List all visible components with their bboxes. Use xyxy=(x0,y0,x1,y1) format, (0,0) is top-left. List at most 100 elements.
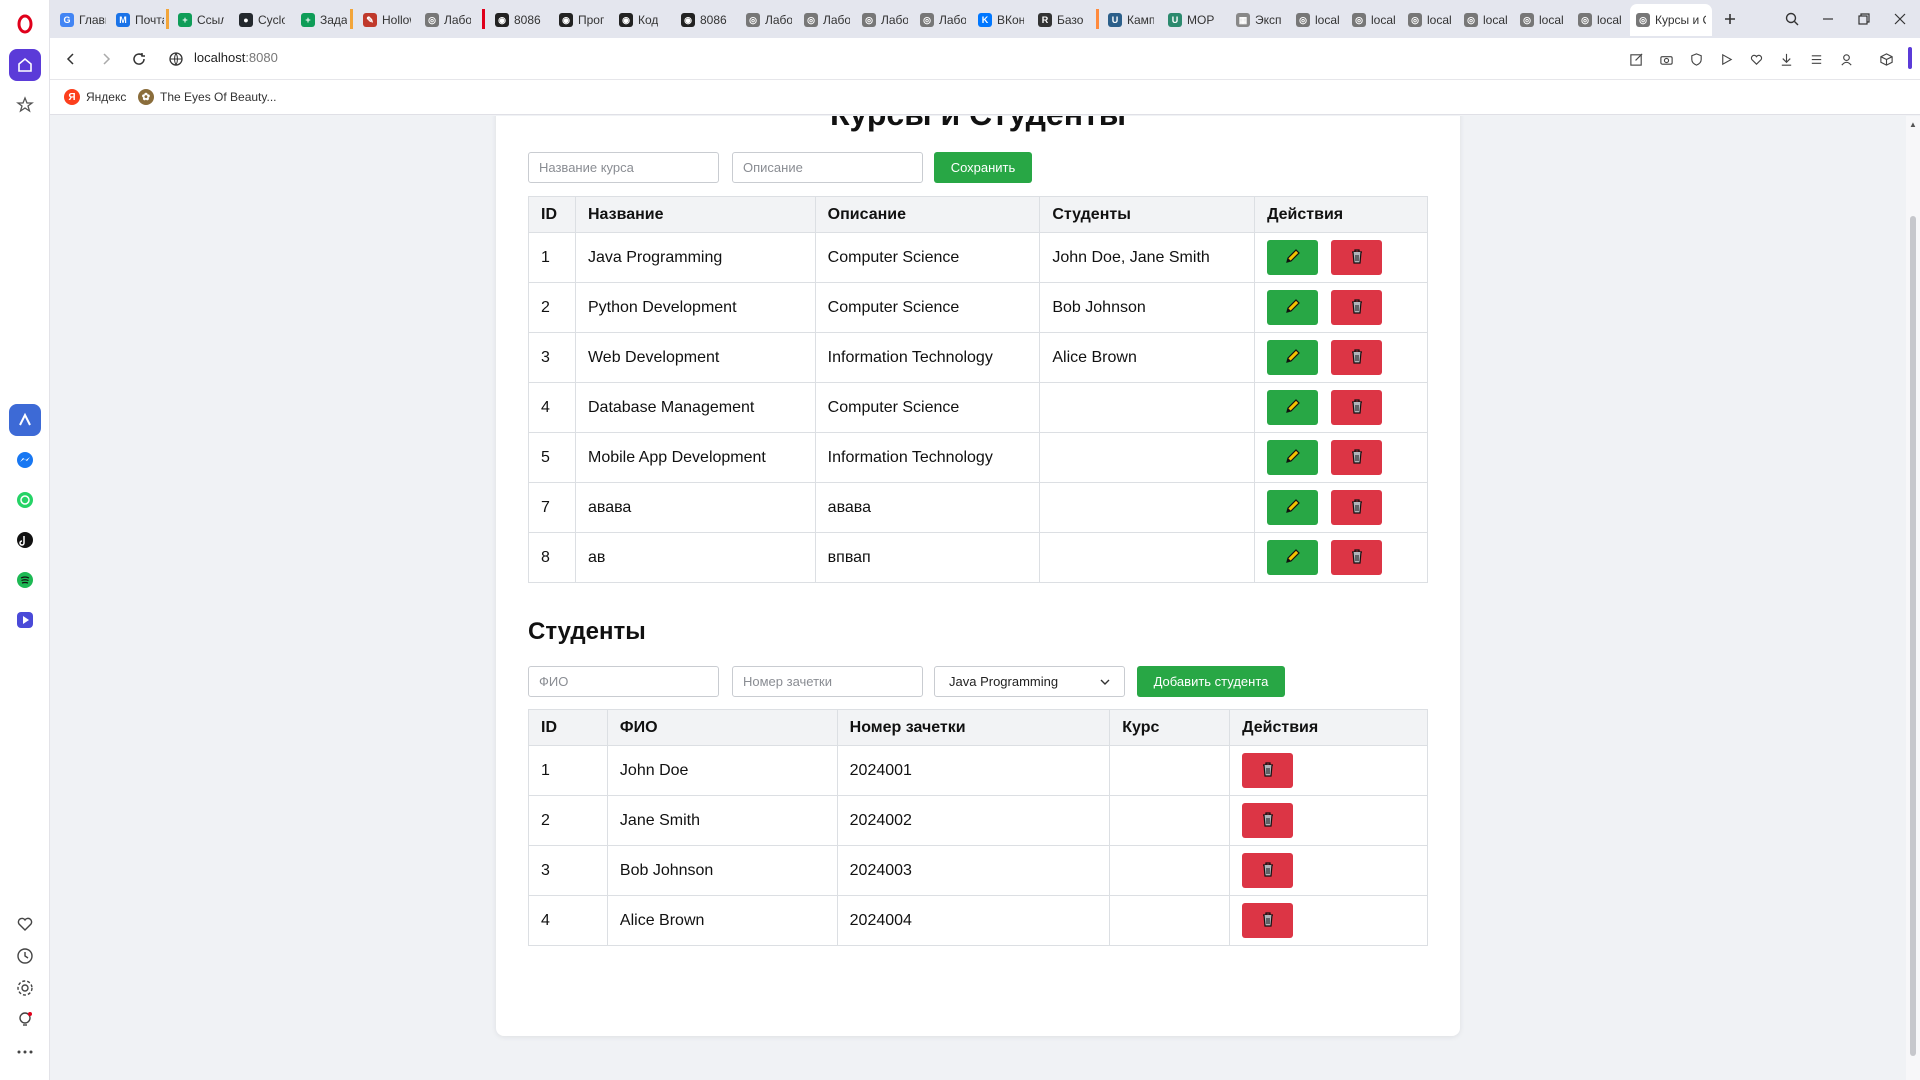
profile-icon[interactable] xyxy=(1836,49,1856,69)
aria-icon[interactable] xyxy=(9,404,41,436)
close-window-button[interactable] xyxy=(1878,4,1920,34)
browser-tab[interactable]: ◎ Лабо xyxy=(914,4,972,36)
download-icon[interactable] xyxy=(1776,49,1796,69)
edit-course-button[interactable] xyxy=(1267,240,1319,275)
pencil-icon xyxy=(1284,347,1302,368)
browser-tab[interactable]: M Почта xyxy=(110,4,170,36)
browser-tab[interactable]: ◉ Прог xyxy=(553,4,611,36)
add-student-button[interactable]: Добавить студента xyxy=(1137,666,1285,697)
course-description-input[interactable] xyxy=(732,152,923,183)
browser-tab[interactable]: ● Cyclone xyxy=(233,4,291,36)
course-select[interactable]: Java Programming xyxy=(934,666,1125,697)
browser-tab[interactable]: ◎ local xyxy=(1458,4,1516,36)
course-students-cell xyxy=(1039,432,1256,483)
browser-tab[interactable]: ◎ Лабо xyxy=(740,4,798,36)
settings-icon[interactable] xyxy=(9,972,41,1004)
heart-icon[interactable] xyxy=(1746,49,1766,69)
tab-label: Курсы и С xyxy=(1655,13,1706,27)
delete-course-button[interactable] xyxy=(1331,390,1383,425)
browser-tab[interactable]: ◎ local xyxy=(1290,4,1348,36)
browser-tab[interactable]: ◎ local xyxy=(1402,4,1460,36)
browser-tab[interactable]: R Базо xyxy=(1032,4,1090,36)
browser-tab[interactable]: U МОР xyxy=(1162,4,1220,36)
student-fio-input[interactable] xyxy=(528,666,719,697)
url-field[interactable]: localhost:8080 xyxy=(194,50,278,65)
course-id-cell: 2 xyxy=(528,282,576,333)
browser-tab[interactable]: ◎ local xyxy=(1514,4,1572,36)
browser-tab[interactable]: G Главная xyxy=(54,4,112,36)
delete-course-button[interactable] xyxy=(1331,240,1383,275)
courses-body: 1 Java Programming Computer Science John Do… xyxy=(528,232,1428,583)
delete-course-button[interactable] xyxy=(1331,290,1383,325)
col-header: Студенты xyxy=(1039,196,1256,233)
shield-icon[interactable] xyxy=(1686,49,1706,69)
camera-icon[interactable] xyxy=(1656,49,1676,69)
course-name-cell: Java Programming xyxy=(574,232,816,283)
edit-course-button[interactable] xyxy=(1267,540,1319,575)
opera-logo-icon[interactable] xyxy=(9,8,41,40)
browser-tab[interactable]: ▦ Эксп xyxy=(1230,4,1288,36)
delete-course-button[interactable] xyxy=(1331,540,1383,575)
edit-course-button[interactable] xyxy=(1267,490,1319,525)
browser-tab[interactable]: U Камп xyxy=(1102,4,1160,36)
reload-button[interactable] xyxy=(128,48,150,70)
messenger-icon[interactable] xyxy=(9,444,41,476)
edit-course-button[interactable] xyxy=(1267,340,1319,375)
browser-tab[interactable]: ◎ local xyxy=(1572,4,1630,36)
browser-tab[interactable]: K ВКон xyxy=(972,4,1030,36)
menu-icon[interactable] xyxy=(1806,49,1826,69)
more-icon[interactable] xyxy=(9,1036,41,1068)
home-icon[interactable] xyxy=(9,49,41,81)
student-record-input[interactable] xyxy=(732,666,923,697)
delete-student-button[interactable] xyxy=(1242,803,1294,838)
forward-button[interactable] xyxy=(95,48,117,70)
whatsapp-icon[interactable] xyxy=(9,484,41,516)
course-name-input[interactable] xyxy=(528,152,719,183)
edit-icon[interactable] xyxy=(1626,49,1646,69)
history-icon[interactable] xyxy=(9,940,41,972)
browser-tab[interactable]: ◎ Лабо xyxy=(798,4,856,36)
bookmark-yandex[interactable]: Я Яндекс xyxy=(64,89,126,105)
spotify-icon[interactable] xyxy=(9,564,41,596)
edit-course-button[interactable] xyxy=(1267,440,1319,475)
delete-course-button[interactable] xyxy=(1331,490,1383,525)
player-icon[interactable] xyxy=(9,604,41,636)
scrollbar-thumb[interactable] xyxy=(1910,216,1916,1056)
browser-tab[interactable]: ◉ 8086 xyxy=(675,4,737,36)
site-info-icon[interactable] xyxy=(165,48,187,70)
new-tab-button[interactable] xyxy=(1715,4,1745,34)
tab-favicon-icon: ◎ xyxy=(804,13,818,27)
browser-tab[interactable]: + Задания xyxy=(295,4,353,36)
edit-course-button[interactable] xyxy=(1267,290,1319,325)
heart-icon[interactable] xyxy=(9,908,41,940)
save-course-button[interactable]: Сохранить xyxy=(934,152,1032,183)
delete-course-button[interactable] xyxy=(1331,440,1383,475)
tab-label: local xyxy=(1427,13,1452,27)
browser-tab[interactable]: ◎ Лабо xyxy=(856,4,914,36)
play-icon[interactable] xyxy=(1716,49,1736,69)
browser-tab[interactable]: ◎ Лабо xyxy=(419,4,477,36)
scroll-up-icon[interactable]: ▲ xyxy=(1909,120,1917,129)
delete-student-button[interactable] xyxy=(1242,753,1294,788)
browser-tab[interactable]: ✎ Hollow xyxy=(357,4,417,36)
col-header: ID xyxy=(528,709,608,746)
edit-course-button[interactable] xyxy=(1267,390,1319,425)
trash-icon xyxy=(1259,910,1277,931)
browser-tab[interactable]: ◉ 8086 xyxy=(489,4,551,36)
delete-student-button[interactable] xyxy=(1242,903,1294,938)
course-row: 1 Java Programming Computer Science John Do… xyxy=(528,232,1428,283)
delete-course-button[interactable] xyxy=(1331,340,1383,375)
browser-tab[interactable]: ◎ local xyxy=(1346,4,1404,36)
star-icon[interactable] xyxy=(9,89,41,121)
browser-tab[interactable]: ◎ Курсы и С xyxy=(1630,4,1712,36)
browser-tab[interactable]: ◉ Код xyxy=(613,4,673,36)
bookmark-eyes-of-beauty[interactable]: ✿ The Eyes Of Beauty... xyxy=(138,89,277,105)
cube-icon[interactable] xyxy=(1876,49,1896,69)
scrollbar[interactable]: ▲ xyxy=(1906,116,1920,1080)
lightbulb-icon[interactable] xyxy=(9,1004,41,1036)
tiktok-icon[interactable] xyxy=(9,524,41,556)
delete-student-button[interactable] xyxy=(1242,853,1294,888)
browser-tab[interactable]: + Ссылки xyxy=(172,4,230,36)
back-button[interactable] xyxy=(60,48,82,70)
course-row: 5 Mobile App Development Information Techn… xyxy=(528,432,1428,483)
